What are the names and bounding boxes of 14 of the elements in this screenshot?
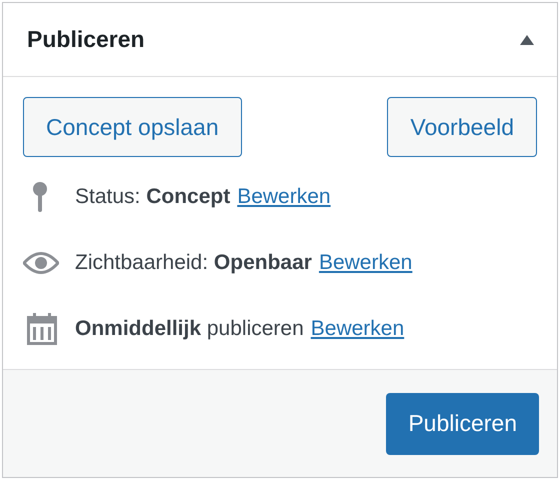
eye-icon	[23, 252, 59, 274]
publish-button[interactable]: Publiceren	[386, 392, 539, 454]
calendar-icon	[27, 313, 57, 345]
save-draft-button[interactable]: Concept opslaan	[23, 97, 242, 157]
edit-link[interactable]: Bewerken	[310, 313, 404, 345]
edit-link[interactable]: Bewerken	[318, 247, 412, 279]
edit-link[interactable]: Bewerken	[237, 181, 331, 213]
visibility-line: Zichtbaarheid: Openbaar	[75, 250, 312, 276]
status-line: Status: Concept	[75, 184, 230, 210]
panel-title: Publiceren	[27, 25, 145, 54]
preview-button[interactable]: Voorbeeld	[387, 97, 537, 157]
pin-icon	[33, 182, 47, 212]
publish-time-line: Onmiddellijk publiceren	[75, 316, 304, 342]
triangle-icon	[520, 34, 534, 44]
